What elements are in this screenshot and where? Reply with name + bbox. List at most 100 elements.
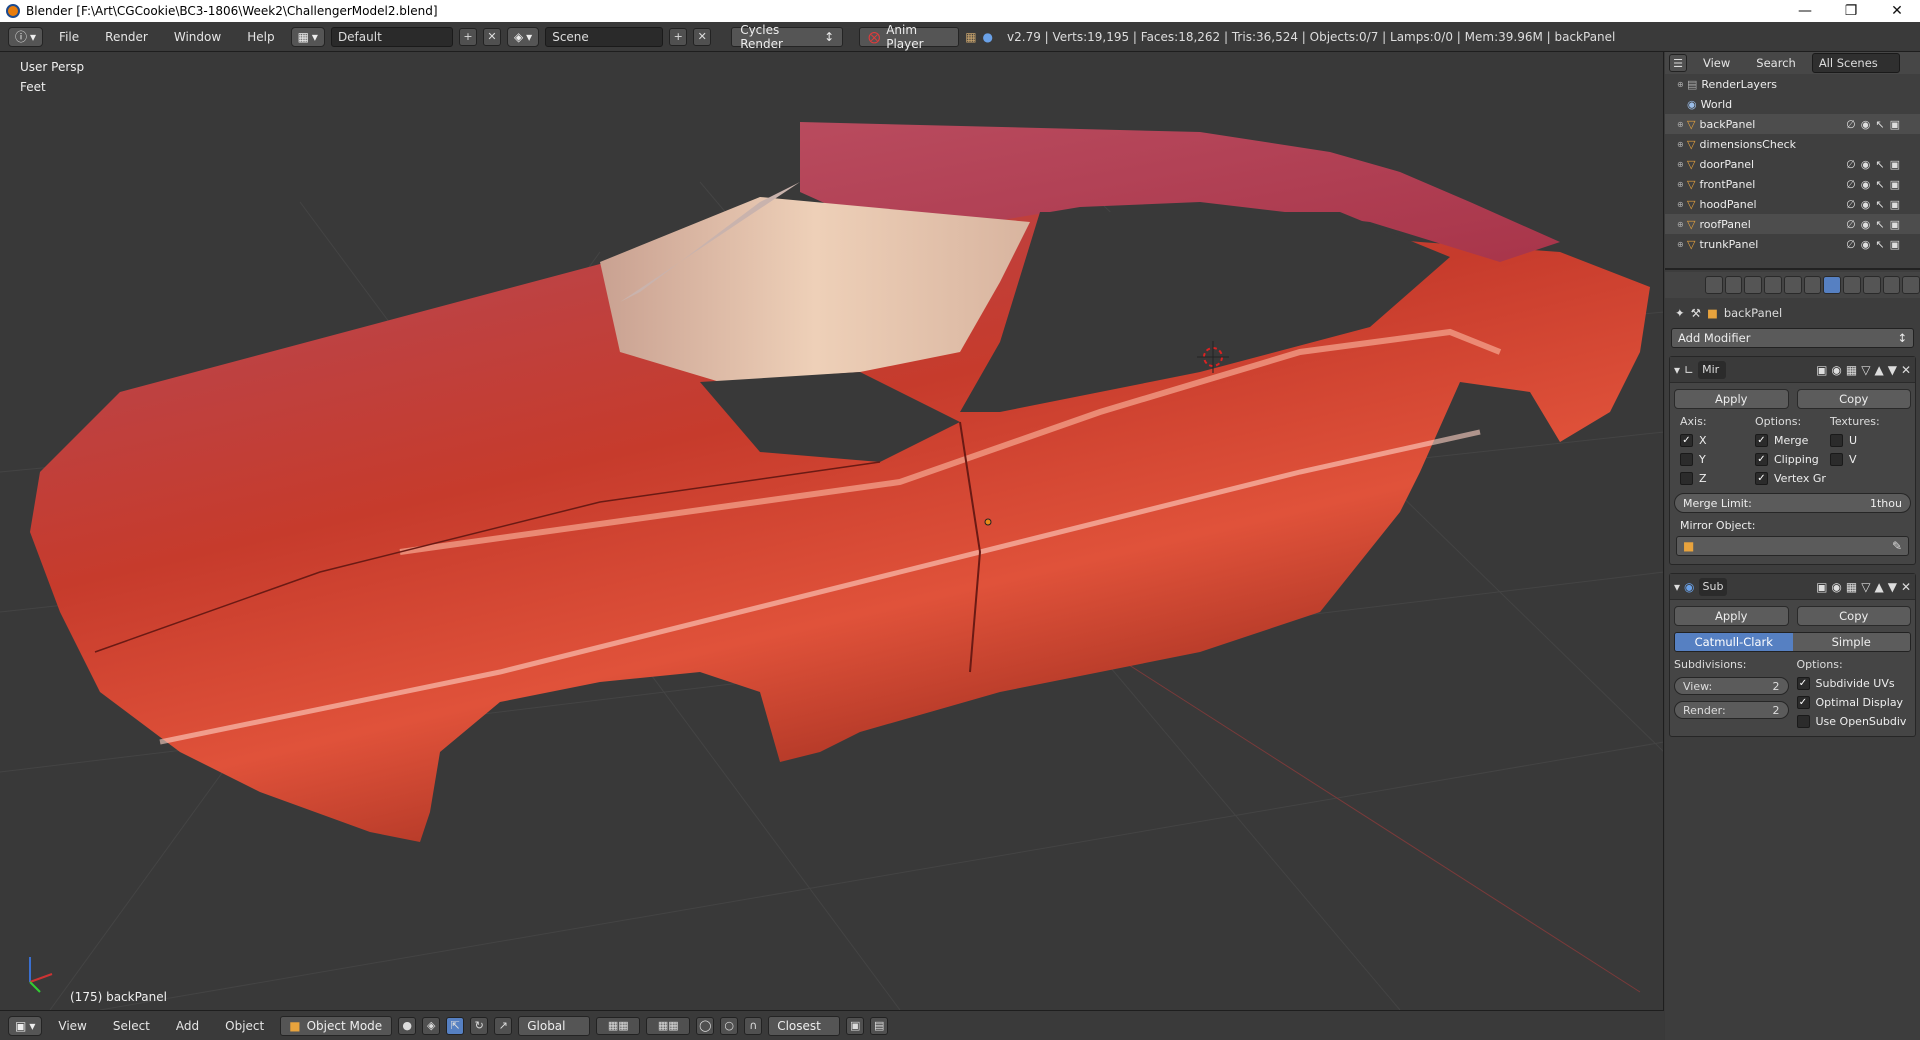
collapse-icon[interactable]: ▾ — [1674, 580, 1680, 594]
modifiers-tab-icon[interactable] — [1823, 276, 1842, 294]
remove-modifier-icon[interactable]: ✕ — [1901, 580, 1911, 594]
select-cursor-icon[interactable]: ↖ — [1875, 178, 1884, 191]
mirror-object-field[interactable]: ■ ✎ — [1676, 536, 1909, 556]
outliner-display-mode[interactable]: All Scenes — [1811, 53, 1900, 73]
select-cursor-icon[interactable]: ↖ — [1875, 218, 1884, 231]
render-camera-icon[interactable]: ▣ — [1890, 178, 1900, 191]
select-cursor-icon[interactable]: ↖ — [1875, 158, 1884, 171]
snap-target-dropdown[interactable]: Closest — [768, 1015, 841, 1036]
move-down-icon[interactable]: ▼ — [1888, 580, 1897, 594]
layout-name-field[interactable]: Default — [330, 26, 453, 47]
expand-icon[interactable]: ⊕ — [1677, 80, 1687, 89]
axis-z-checkbox[interactable]: Z — [1680, 472, 1755, 485]
shading-solid-icon[interactable]: ● — [398, 1016, 417, 1035]
minimize-icon[interactable]: — — [1782, 0, 1828, 22]
editor-type-button[interactable]: ⓘ ▾ — [8, 26, 44, 47]
modifier-icon[interactable]: ∅ — [1846, 158, 1856, 171]
scene-name-field[interactable]: Scene — [545, 26, 664, 47]
material-tab-icon[interactable] — [1862, 276, 1881, 294]
layers-grid-b[interactable]: ▦▦ — [646, 1016, 691, 1035]
editmode-icon[interactable]: ▦ — [1846, 580, 1857, 594]
render-still-icon[interactable]: ▣ — [846, 1016, 865, 1035]
axis-x-checkbox[interactable]: ✓ X — [1680, 434, 1755, 447]
outliner-row-world[interactable]: ◉ World — [1665, 94, 1920, 114]
render-camera-icon[interactable]: ▣ — [1890, 218, 1900, 231]
expand-icon[interactable]: ⊕ — [1677, 140, 1687, 149]
outliner-row-hoodpanel[interactable]: ⊕ ▽ hoodPanel ∅ ◉ ↖ ▣ — [1665, 194, 1920, 214]
select-cursor-icon[interactable]: ↖ — [1875, 198, 1884, 211]
render-camera-icon[interactable]: ▣ — [1890, 238, 1900, 251]
optimal-display-checkbox[interactable]: ✓ Optimal Display — [1796, 696, 1912, 709]
expand-icon[interactable]: ⊕ — [1677, 180, 1687, 189]
clipping-checkbox[interactable]: ✓ Clipping — [1755, 453, 1830, 466]
render-engine-dropdown[interactable]: Cycles Render ↕ — [731, 23, 844, 51]
outliner-view-menu[interactable]: View — [1693, 56, 1740, 70]
lock-layers-icon[interactable]: ◯ — [696, 1016, 715, 1035]
maximize-icon[interactable]: ❐ — [1828, 0, 1874, 22]
render-toggle-icon[interactable]: ▣ — [1816, 580, 1827, 594]
manipulator-icon[interactable]: ⇱ — [446, 1016, 465, 1035]
pin-icon[interactable]: ✦ — [1675, 306, 1685, 320]
texture-v-checkbox[interactable]: V — [1830, 453, 1905, 466]
menu-view[interactable]: View — [48, 1019, 96, 1033]
render-anim-icon[interactable]: ▤ — [870, 1016, 889, 1035]
menu-file[interactable]: File — [49, 30, 89, 44]
outliner-search-menu[interactable]: Search — [1746, 56, 1806, 70]
mirror-name-field[interactable]: Mir — [1698, 360, 1727, 379]
add-layout-icon[interactable]: + — [458, 27, 477, 46]
remove-scene-icon[interactable]: ✕ — [693, 27, 712, 46]
outliner-row-dimensionscheck[interactable]: ⊕ ▽ dimensionsCheck — [1665, 134, 1920, 154]
proportional-icon[interactable]: ○ — [720, 1016, 739, 1035]
menu-select[interactable]: Select — [103, 1019, 160, 1033]
viewport-scene[interactable] — [0, 52, 1664, 1010]
expand-icon[interactable]: ⊕ — [1677, 120, 1687, 129]
merge-checkbox[interactable]: ✓ Merge — [1755, 434, 1830, 447]
modifier-icon[interactable]: ∅ — [1846, 238, 1856, 251]
world-tab-icon[interactable] — [1764, 276, 1782, 294]
catmull-clark-button[interactable]: Catmull-Clark — [1675, 633, 1793, 651]
visibility-eye-icon[interactable]: ◉ — [1861, 238, 1871, 251]
eyedropper-icon[interactable]: ✎ — [1892, 539, 1902, 553]
select-cursor-icon[interactable]: ↖ — [1875, 118, 1884, 131]
modifier-icon[interactable]: ∅ — [1846, 118, 1856, 131]
render-camera-icon[interactable]: ▣ — [1890, 118, 1900, 131]
data-tab-icon[interactable] — [1843, 276, 1861, 294]
outliner-row-trunkpanel[interactable]: ⊕ ▽ trunkPanel ∅ ◉ ↖ ▣ — [1665, 234, 1920, 254]
outliner-row-renderlayers[interactable]: ⊕ ▤ RenderLayers — [1665, 74, 1920, 94]
viewport-editor-type-button[interactable]: ▣ ▾ — [8, 1015, 43, 1036]
layers-tab-icon[interactable] — [1724, 276, 1743, 294]
render-tab-icon[interactable] — [1705, 276, 1723, 294]
scale-icon[interactable]: ↗ — [494, 1016, 513, 1035]
add-modifier-dropdown[interactable]: Add Modifier ↕ — [1671, 328, 1914, 348]
outliner-row-frontpanel[interactable]: ⊕ ▽ frontPanel ∅ ◉ ↖ ▣ — [1665, 174, 1920, 194]
layers-grid-a[interactable]: ▦▦ — [596, 1016, 641, 1035]
cage-icon[interactable]: ▽ — [1861, 363, 1870, 377]
move-up-icon[interactable]: ▲ — [1874, 363, 1883, 377]
anim-player-button[interactable]: ⨂ Anim Player — [859, 23, 960, 51]
use-opensubdiv-checkbox[interactable]: Use OpenSubdiv — [1796, 715, 1912, 728]
move-down-icon[interactable]: ▼ — [1888, 363, 1897, 377]
simple-button[interactable]: Simple — [1792, 633, 1910, 651]
texture-u-checkbox[interactable]: U — [1830, 434, 1905, 447]
render-camera-icon[interactable]: ▣ — [1890, 158, 1900, 171]
3d-viewport[interactable]: User Persp Feet (175) backPanel — [0, 52, 1664, 1010]
visibility-eye-icon[interactable]: ◉ — [1861, 178, 1871, 191]
cage-icon[interactable]: ▽ — [1861, 580, 1870, 594]
menu-object[interactable]: Object — [215, 1019, 274, 1033]
pivot-icon[interactable]: ◈ — [422, 1016, 441, 1035]
outliner-row-backpanel[interactable]: ⊕ ▽ backPanel ∅ ◉ ↖ ▣ — [1665, 114, 1920, 134]
outliner-editor-icon[interactable]: ☰ — [1669, 54, 1687, 72]
menu-help[interactable]: Help — [237, 30, 284, 44]
view-levels-field[interactable]: View: 2 — [1674, 677, 1789, 695]
expand-icon[interactable]: ⊕ — [1677, 200, 1687, 209]
render-levels-field[interactable]: Render: 2 — [1674, 701, 1789, 719]
texture-tab-icon[interactable] — [1882, 276, 1901, 294]
select-cursor-icon[interactable]: ↖ — [1875, 238, 1884, 251]
subsurf-copy-button[interactable]: Copy — [1796, 606, 1911, 626]
scene-select-button[interactable]: ◈ ▾ — [506, 26, 540, 47]
mode-dropdown[interactable]: ■ Object Mode — [280, 1015, 393, 1036]
modifier-icon[interactable]: ∅ — [1846, 218, 1856, 231]
modifier-icon[interactable]: ∅ — [1846, 198, 1856, 211]
mirror-copy-button[interactable]: Copy — [1796, 389, 1911, 409]
subsurf-name-field[interactable]: Sub — [1698, 577, 1727, 596]
